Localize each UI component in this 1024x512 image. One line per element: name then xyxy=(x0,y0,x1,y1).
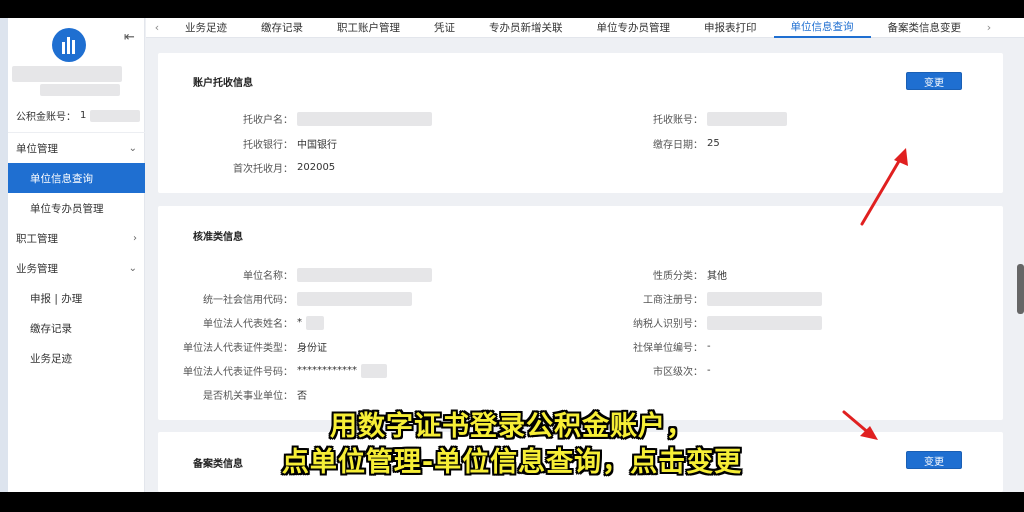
tab-business-footprint[interactable]: 业务足迹 xyxy=(168,20,244,35)
field-bank: 托收银行： 中国银行 xyxy=(218,136,337,151)
menu-unit-agent-management[interactable]: 单位专办员管理 xyxy=(8,193,145,223)
field-label: 工商注册号： xyxy=(643,295,703,306)
redacted-value xyxy=(297,111,432,126)
menu-label: 申报 | 办理 xyxy=(30,292,83,305)
sidebar-menu: 单位管理 ⌄ 单位信息查询 单位专办员管理 职工管理 › 业务管理 ⌄ 申报 |… xyxy=(8,132,145,373)
field-value: * xyxy=(297,317,302,328)
collapse-menu-icon[interactable]: ⇤ xyxy=(124,30,135,45)
unit-name-redacted xyxy=(12,66,122,82)
field-value: 中国银行 xyxy=(297,140,337,151)
field-label: 统一社会信用代码： xyxy=(203,295,293,306)
account-redacted xyxy=(90,109,141,122)
field-biz-reg: 工商注册号： xyxy=(578,291,822,306)
account-label: 公积金账号： xyxy=(16,112,76,123)
annotation-arrow-icon xyxy=(860,148,908,226)
field-label: 托收户名： xyxy=(243,115,293,126)
menu-label: 单位信息查询 xyxy=(30,172,93,185)
field-label: 单位法人代表证件类型： xyxy=(183,343,293,354)
approval-info-card: 核准类信息 单位名称： 性质分类： 其他 统一社会信用代码： 工商注册号： 单位… xyxy=(158,206,1003,420)
field-value: 25 xyxy=(707,138,720,149)
unit-name-redacted-2 xyxy=(40,84,120,96)
field-social-no: 社保单位编号： - xyxy=(578,339,711,354)
field-account-no: 托收账号： xyxy=(618,111,787,126)
field-value: - xyxy=(707,341,711,352)
field-value: - xyxy=(707,365,711,376)
field-label: 是否机关事业单位： xyxy=(203,391,293,402)
menu-business-footprint[interactable]: 业务足迹 xyxy=(8,343,145,373)
subtitle-line-2: 点单位管理-单位信息查询，点击变更 xyxy=(281,447,743,478)
redacted-value xyxy=(297,267,432,282)
chevron-down-icon: ⌄ xyxy=(128,142,137,154)
menu-label: 业务足迹 xyxy=(30,352,72,365)
redacted-value xyxy=(707,111,787,126)
redacted-value xyxy=(297,291,412,306)
field-label: 单位法人代表证件号码： xyxy=(183,367,293,378)
field-value: 202005 xyxy=(297,162,336,173)
tab-form-print[interactable]: 申报表打印 xyxy=(687,20,774,35)
field-label: 托收账号： xyxy=(653,115,703,126)
field-payer-name: 托收户名： xyxy=(218,111,432,126)
tab-deposit-records[interactable]: 缴存记录 xyxy=(244,20,320,35)
account-number: 公积金账号： 1 xyxy=(16,108,141,123)
field-legal-name: 单位法人代表姓名： * xyxy=(158,315,324,330)
tab-voucher[interactable]: 凭证 xyxy=(417,20,472,35)
redacted-value xyxy=(707,291,822,306)
field-nature: 性质分类： 其他 xyxy=(578,267,727,282)
card-title: 账户托收信息 xyxy=(193,78,253,89)
field-label: 单位法人代表姓名： xyxy=(203,319,293,330)
tab-filing-change[interactable]: 备案类信息变更 xyxy=(871,20,979,35)
field-value: 否 xyxy=(297,391,307,402)
field-district: 市区级次： - xyxy=(578,363,711,378)
tab-unit-agent[interactable]: 单位专办员管理 xyxy=(580,20,688,35)
menu-label: 职工管理 xyxy=(16,232,58,245)
tab-agent-link[interactable]: 专办员新增关联 xyxy=(472,20,580,35)
field-label: 首次托收月： xyxy=(233,164,293,175)
field-value: ************ xyxy=(297,365,357,376)
field-deposit-day: 缴存日期： 25 xyxy=(618,136,720,151)
building-logo-icon xyxy=(52,28,86,62)
redacted-value xyxy=(707,315,822,330)
field-label: 社保单位编号： xyxy=(633,343,703,354)
menu-unit-management[interactable]: 单位管理 ⌄ xyxy=(8,133,145,163)
field-label: 单位名称： xyxy=(243,271,293,282)
subtitle-line-1: 用数字证书登录公积金账户， xyxy=(330,411,694,442)
redacted-value xyxy=(361,363,387,378)
field-id-no: 单位法人代表证件号码： ************ xyxy=(158,363,387,378)
menu-unit-info-query[interactable]: 单位信息查询 xyxy=(8,163,145,193)
tab-employee-account[interactable]: 职工账户管理 xyxy=(320,20,417,35)
menu-deposit-records[interactable]: 缴存记录 xyxy=(8,313,145,343)
field-label: 纳税人识别号： xyxy=(633,319,703,330)
menu-declare-handle[interactable]: 申报 | 办理 xyxy=(8,283,145,313)
account-value: 1 xyxy=(80,110,87,121)
field-label: 缴存日期： xyxy=(653,140,703,151)
field-value: 其他 xyxy=(707,271,727,282)
menu-label: 单位专办员管理 xyxy=(30,202,104,215)
menu-label: 缴存记录 xyxy=(30,322,72,335)
field-govt-unit: 是否机关事业单位： 否 xyxy=(158,387,307,402)
field-value: 身份证 xyxy=(297,343,327,354)
chevron-down-icon: ⌄ xyxy=(128,262,137,274)
field-id-type: 单位法人代表证件类型： 身份证 xyxy=(158,339,327,354)
tab-unit-info-query[interactable]: 单位信息查询 xyxy=(773,18,871,38)
menu-employee-management[interactable]: 职工管理 › xyxy=(8,223,145,253)
menu-label: 单位管理 xyxy=(16,142,58,155)
page-scrollbar[interactable] xyxy=(1017,264,1024,314)
card-title: 核准类信息 xyxy=(193,232,243,243)
change-button[interactable]: 变更 xyxy=(906,72,962,90)
field-credit-code: 统一社会信用代码： xyxy=(158,291,412,306)
menu-business-management[interactable]: 业务管理 ⌄ xyxy=(8,253,145,283)
tab-scroll-left-icon[interactable]: ‹ xyxy=(146,21,168,34)
field-label: 市区级次： xyxy=(653,367,703,378)
tab-scroll-right-icon[interactable]: › xyxy=(978,21,1000,34)
field-unit-name: 单位名称： xyxy=(158,267,432,282)
chevron-right-icon: › xyxy=(133,232,137,244)
menu-label: 业务管理 xyxy=(16,262,58,275)
field-label: 性质分类： xyxy=(653,271,703,282)
tab-bar: ‹ 业务足迹 缴存记录 职工账户管理 凭证 专办员新增关联 单位专办员管理 申报… xyxy=(146,18,1024,38)
field-label: 托收银行： xyxy=(243,140,293,151)
redacted-value xyxy=(306,315,324,330)
field-first-month: 首次托收月： 202005 xyxy=(218,160,335,175)
field-taxpayer: 纳税人识别号： xyxy=(578,315,822,330)
